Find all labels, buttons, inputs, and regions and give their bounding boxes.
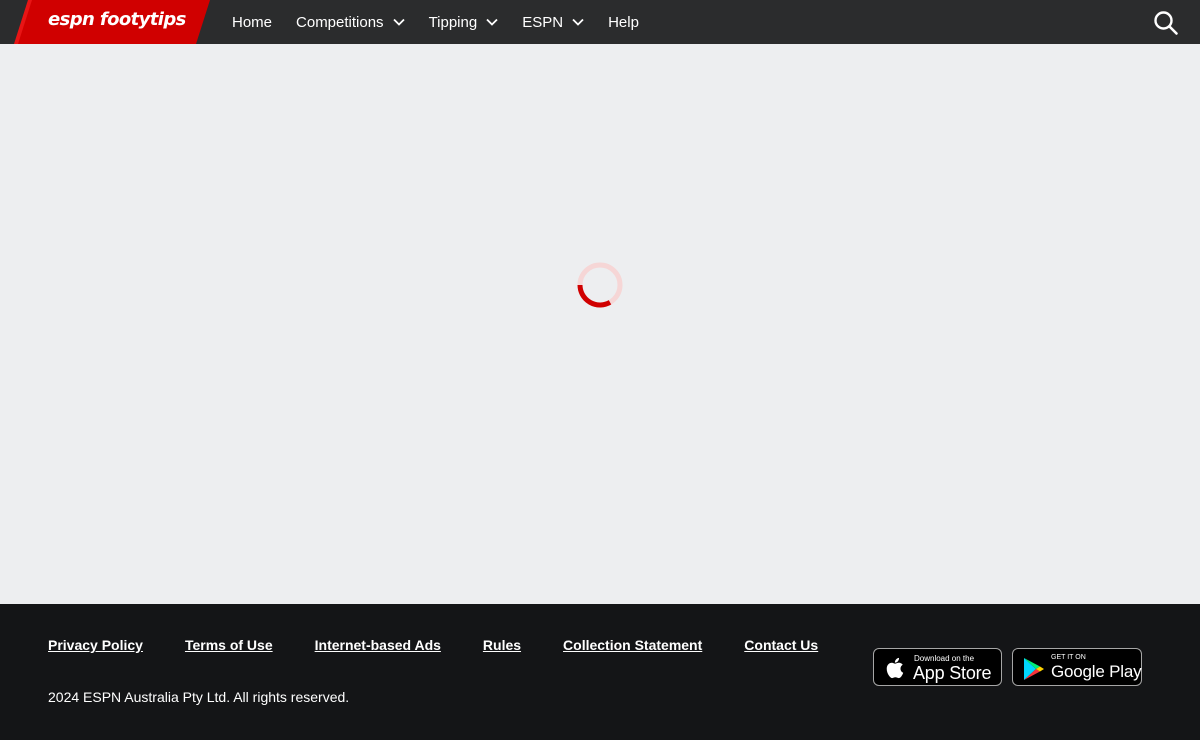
- footer-link-terms-of-use[interactable]: Terms of Use: [185, 637, 273, 653]
- chevron-down-icon: [486, 18, 498, 26]
- nav-item-help[interactable]: Help: [608, 14, 639, 31]
- google-play-big-text: Google Play: [1051, 662, 1142, 681]
- footer-links: Privacy Policy Terms of Use Internet-bas…: [48, 637, 860, 653]
- google-play-badge[interactable]: GET IT ON Google Play: [1012, 648, 1142, 686]
- footer-link-contact-us[interactable]: Contact Us: [744, 637, 818, 653]
- apple-icon: [886, 657, 904, 679]
- nav-item-competitions[interactable]: Competitions: [296, 14, 405, 31]
- nav-item-home[interactable]: Home: [232, 14, 272, 31]
- loading-spinner-icon: [574, 259, 626, 311]
- nav-item-espn[interactable]: ESPN: [522, 14, 584, 31]
- nav-item-tipping[interactable]: Tipping: [429, 14, 499, 31]
- app-store-small-text: Download on the: [914, 654, 975, 663]
- chevron-down-icon: [572, 18, 584, 26]
- nav-item-label: Help: [608, 13, 639, 31]
- google-play-icon: [1024, 658, 1044, 680]
- top-nav-bar: espn footytips Home Competitions Tipping…: [0, 0, 1200, 44]
- footer: Privacy Policy Terms of Use Internet-bas…: [0, 604, 1200, 740]
- copyright-text: 2024 ESPN Australia Pty Ltd. All rights …: [48, 689, 350, 705]
- app-store-badge[interactable]: Download on the App Store: [873, 648, 1002, 686]
- logo-text: espn footytips: [48, 9, 186, 30]
- nav-item-label: Home: [232, 13, 273, 31]
- nav-item-label: ESPN: [522, 13, 564, 31]
- footer-link-privacy-policy[interactable]: Privacy Policy: [48, 637, 143, 653]
- footer-link-rules[interactable]: Rules: [483, 637, 521, 653]
- google-play-small-text: GET IT ON: [1051, 654, 1086, 661]
- main-content: [0, 44, 1200, 604]
- espn-footytips-logo[interactable]: espn footytips: [14, 0, 210, 44]
- app-store-big-text: App Store: [913, 663, 992, 683]
- nav-item-label: Tipping: [428, 13, 478, 31]
- main-nav: Home Competitions Tipping ESPN Help: [232, 0, 663, 44]
- footer-link-collection-statement[interactable]: Collection Statement: [563, 637, 702, 653]
- nav-item-label: Competitions: [296, 13, 384, 31]
- chevron-down-icon: [392, 18, 405, 26]
- search-icon[interactable]: [1153, 10, 1179, 36]
- footer-link-internet-based-ads[interactable]: Internet-based Ads: [315, 637, 441, 653]
